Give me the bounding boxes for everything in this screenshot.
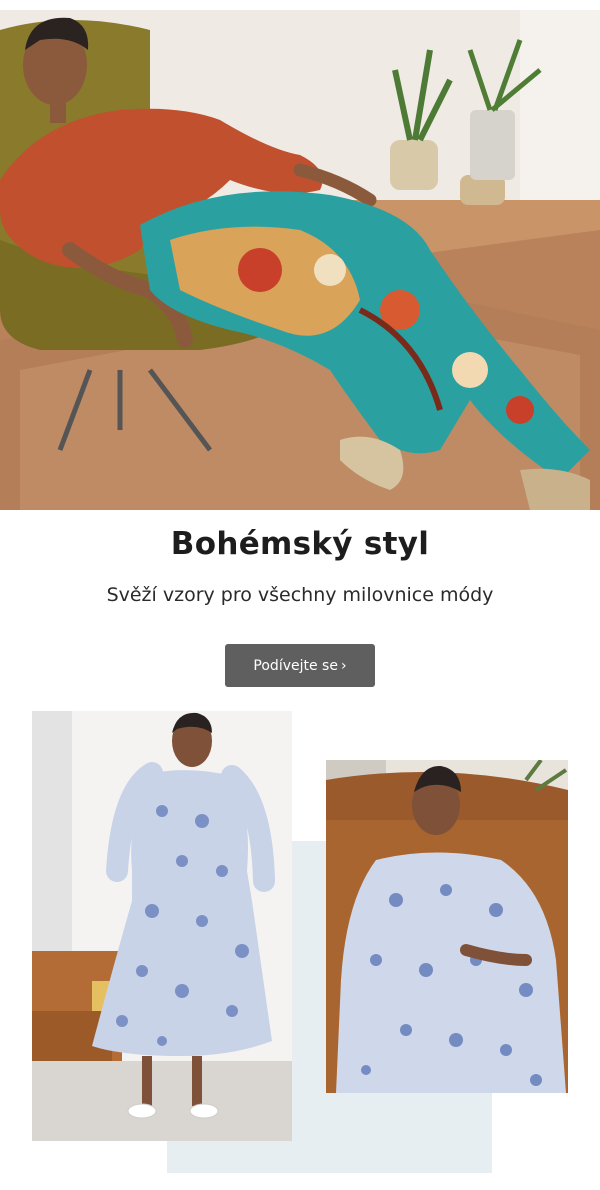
view-button-label: Podívejte se	[253, 657, 338, 674]
headline: Bohémský styl	[170, 526, 430, 562]
product-image-right[interactable]	[326, 760, 568, 1093]
subline: Svěží vzory pro všechny milovnice módy	[106, 584, 494, 606]
chevron-right-icon: ›	[340, 657, 347, 674]
product-image-left[interactable]	[32, 711, 292, 1141]
view-button[interactable]: Podívejte se ›	[225, 644, 375, 687]
hero-image[interactable]	[0, 10, 600, 510]
